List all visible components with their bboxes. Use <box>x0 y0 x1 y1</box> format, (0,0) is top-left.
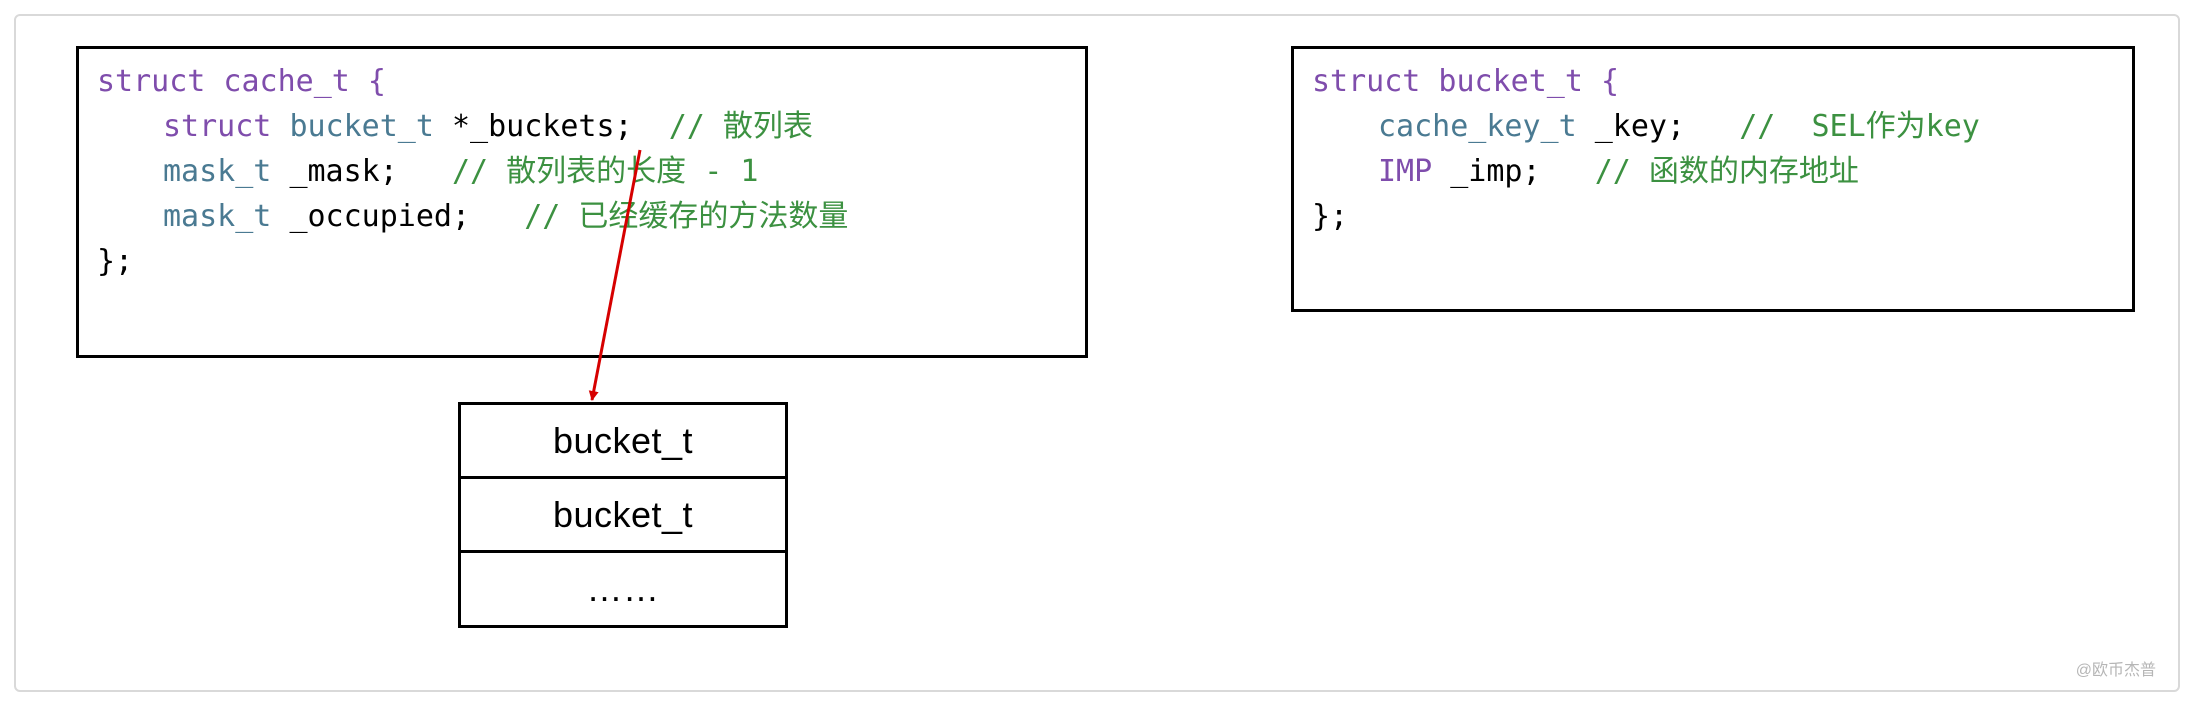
code-token: _mask; <box>289 154 397 189</box>
code-comment: // 函数的内存地址 <box>1595 154 1859 189</box>
table-row: bucket_t <box>461 479 785 553</box>
code-token: struct <box>163 109 271 144</box>
watermark-text: @欧币杰普 <box>2076 656 2156 680</box>
code-token: struct bucket_t { <box>1312 64 1619 99</box>
code-token: bucket_t <box>289 109 434 144</box>
code-token: *_buckets; <box>452 109 633 144</box>
table-row: bucket_t <box>461 405 785 479</box>
code-comment: // 散列表的长度 - 1 <box>452 154 758 189</box>
code-token: _key; <box>1595 109 1685 144</box>
bucket-array-diagram: bucket_t bucket_t …… <box>458 402 788 628</box>
code-comment: // 散列表 <box>669 109 813 144</box>
code-token: mask_t <box>163 154 271 189</box>
code-comment: // SEL作为key <box>1739 109 1980 144</box>
code-comment: // 已经缓存的方法数量 <box>524 199 848 234</box>
table-row: …… <box>461 553 785 624</box>
diagram-frame: struct cache_t { struct bucket_t *_bucket… <box>14 14 2180 692</box>
code-token: _occupied; <box>289 199 470 234</box>
code-token: IMP <box>1378 154 1432 189</box>
code-token: _imp; <box>1450 154 1540 189</box>
code-token: }; <box>97 244 133 279</box>
code-token: struct cache_t { <box>97 64 386 99</box>
code-token: mask_t <box>163 199 271 234</box>
code-box-bucket-t: struct bucket_t { cache_key_t _key; // SE… <box>1291 46 2135 312</box>
code-box-cache-t: struct cache_t { struct bucket_t *_bucket… <box>76 46 1088 358</box>
code-token: cache_key_t <box>1378 109 1577 144</box>
code-token: }; <box>1312 199 1348 234</box>
